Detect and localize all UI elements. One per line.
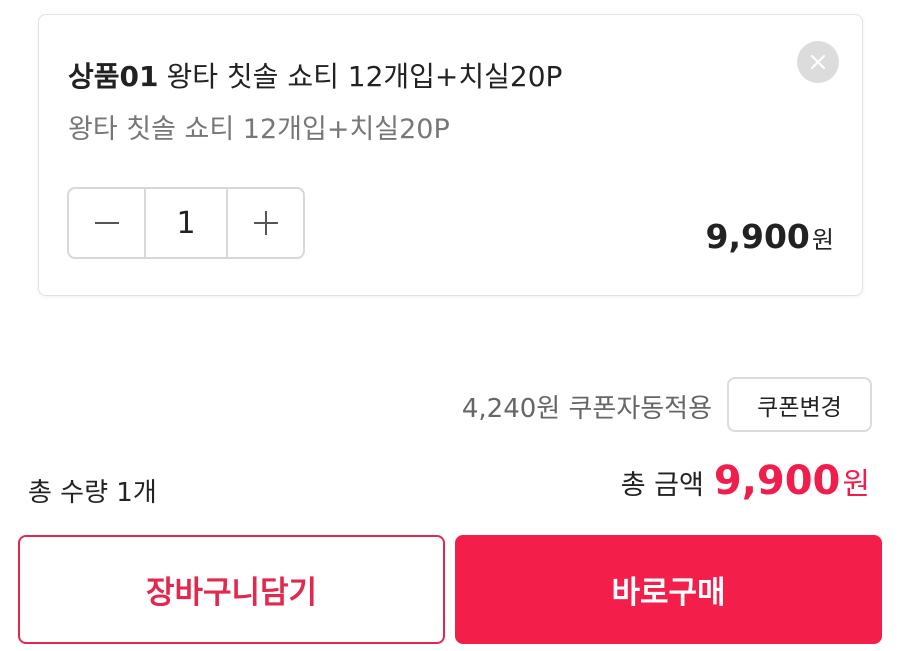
total-amount-label: 총 금액 [620,470,704,501]
product-title: 상품01 왕타 칫솔 쇼티 12개입+치실20P [68,55,562,95]
remove-item-button[interactable] [797,41,839,83]
minus-icon [94,222,119,224]
coupon-change-button[interactable]: 쿠폰변경 [727,377,872,432]
item-price: 9,900원 [706,217,834,256]
decrease-quantity-button[interactable] [69,189,144,257]
total-amount: 총 금액 9,900원 [621,458,870,504]
product-card: 상품01 왕타 칫솔 쇼티 12개입+치실20P 왕타 칫솔 쇼티 12개입+치실… [38,14,863,296]
quantity-stepper: 1 [67,187,305,259]
product-option: 왕타 칫솔 쇼티 12개입+치실20P [68,114,450,145]
total-amount-unit: 원 [842,467,870,502]
total-amount-value: 9,900 [713,458,841,504]
increase-quantity-button[interactable] [228,189,303,257]
product-code: 상품01 [68,60,159,93]
coupon-applied-text: 4,240원 쿠폰자동적용 [461,394,712,424]
item-price-amount: 9,900 [705,217,810,256]
total-quantity: 총 수량 1개 [28,478,157,508]
product-name: 왕타 칫솔 쇼티 12개입+치실20P [166,60,563,93]
quantity-value[interactable]: 1 [144,189,228,257]
plus-icon [253,211,278,235]
add-to-cart-button[interactable]: 장바구니담기 [18,535,445,644]
close-icon [810,54,826,70]
buy-now-button[interactable]: 바로구매 [455,535,882,644]
item-price-unit: 원 [811,226,834,254]
